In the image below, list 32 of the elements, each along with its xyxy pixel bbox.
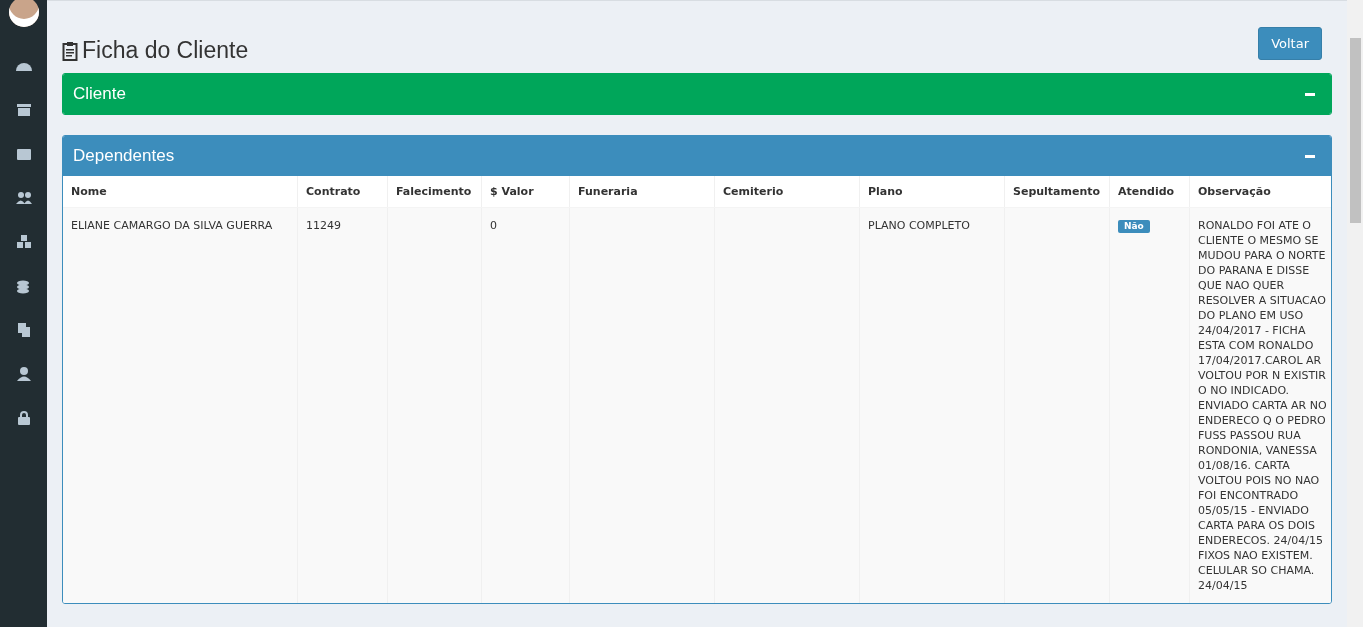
column-header: Contrato — [297, 176, 388, 208]
back-button[interactable]: Voltar — [1258, 27, 1322, 60]
clipboard-icon — [62, 40, 78, 61]
table-cell: ELIANE CAMARGO DA SILVA GUERRA — [63, 207, 298, 603]
scrollbar[interactable] — [1347, 0, 1363, 627]
status-badge: Não — [1118, 220, 1150, 233]
panel-header[interactable]: Dependentes — [63, 136, 1331, 176]
boxes-icon[interactable] — [14, 234, 33, 250]
table-cell: 11249 — [297, 207, 388, 603]
column-header: $ Valor — [481, 176, 570, 208]
avatar-icon[interactable] — [8, 0, 39, 27]
column-header: Sepultamento — [1004, 176, 1110, 208]
table-cell: 0 — [481, 207, 570, 603]
column-header: Atendido — [1109, 176, 1190, 208]
column-header: Cemiterio — [714, 176, 860, 208]
panel-title: Dependentes — [73, 146, 175, 166]
archive-icon[interactable] — [14, 102, 33, 118]
column-header: Nome — [63, 176, 298, 208]
panel-header[interactable]: Cliente — [63, 74, 1331, 114]
page-title: Ficha do Cliente — [62, 37, 249, 64]
panel-title: Cliente — [73, 84, 126, 104]
users-icon[interactable] — [14, 190, 33, 206]
column-header: Funeraria — [569, 176, 715, 208]
column-header: Plano — [859, 176, 1005, 208]
collapse-icon[interactable] — [1305, 92, 1315, 96]
collapse-icon[interactable] — [1305, 154, 1315, 158]
table-cell: RONALDO FOI ATE O CLIENTE O MESMO SE MUDOU PARA O NORTE DO PARANA E DISSE QUE NAO QUER RESOLVER A SITUACAO DO PLANO EM USO 24/04/2017 - FICHA ESTA COM RONALDO 17/04/2017.CAROL AR VOLTOU POR N EXISTIR O NO INDICADO. ENVIADO CARTA AR NO ENDERECO Q O PEDRO FUSS PASSOU RUA RONDONIA, VANESSA 01/08/16. CARTA VOLTOU POIS NO NAO FOI ENCONTRADO 05/05/15 - ENVIADO CARTA PARA OS DOIS ENDERECOS. 24/04/15 FIXOS NAO EXISTEM. CELULAR SO CHAMA. 24/04/15 — [1189, 207, 1331, 603]
table-cell: PLANO COMPLETO — [859, 207, 1005, 603]
column-header: Falecimento — [387, 176, 482, 208]
box-icon[interactable] — [14, 146, 33, 162]
column-header: Observação — [1189, 176, 1331, 208]
user-icon[interactable] — [14, 366, 33, 382]
